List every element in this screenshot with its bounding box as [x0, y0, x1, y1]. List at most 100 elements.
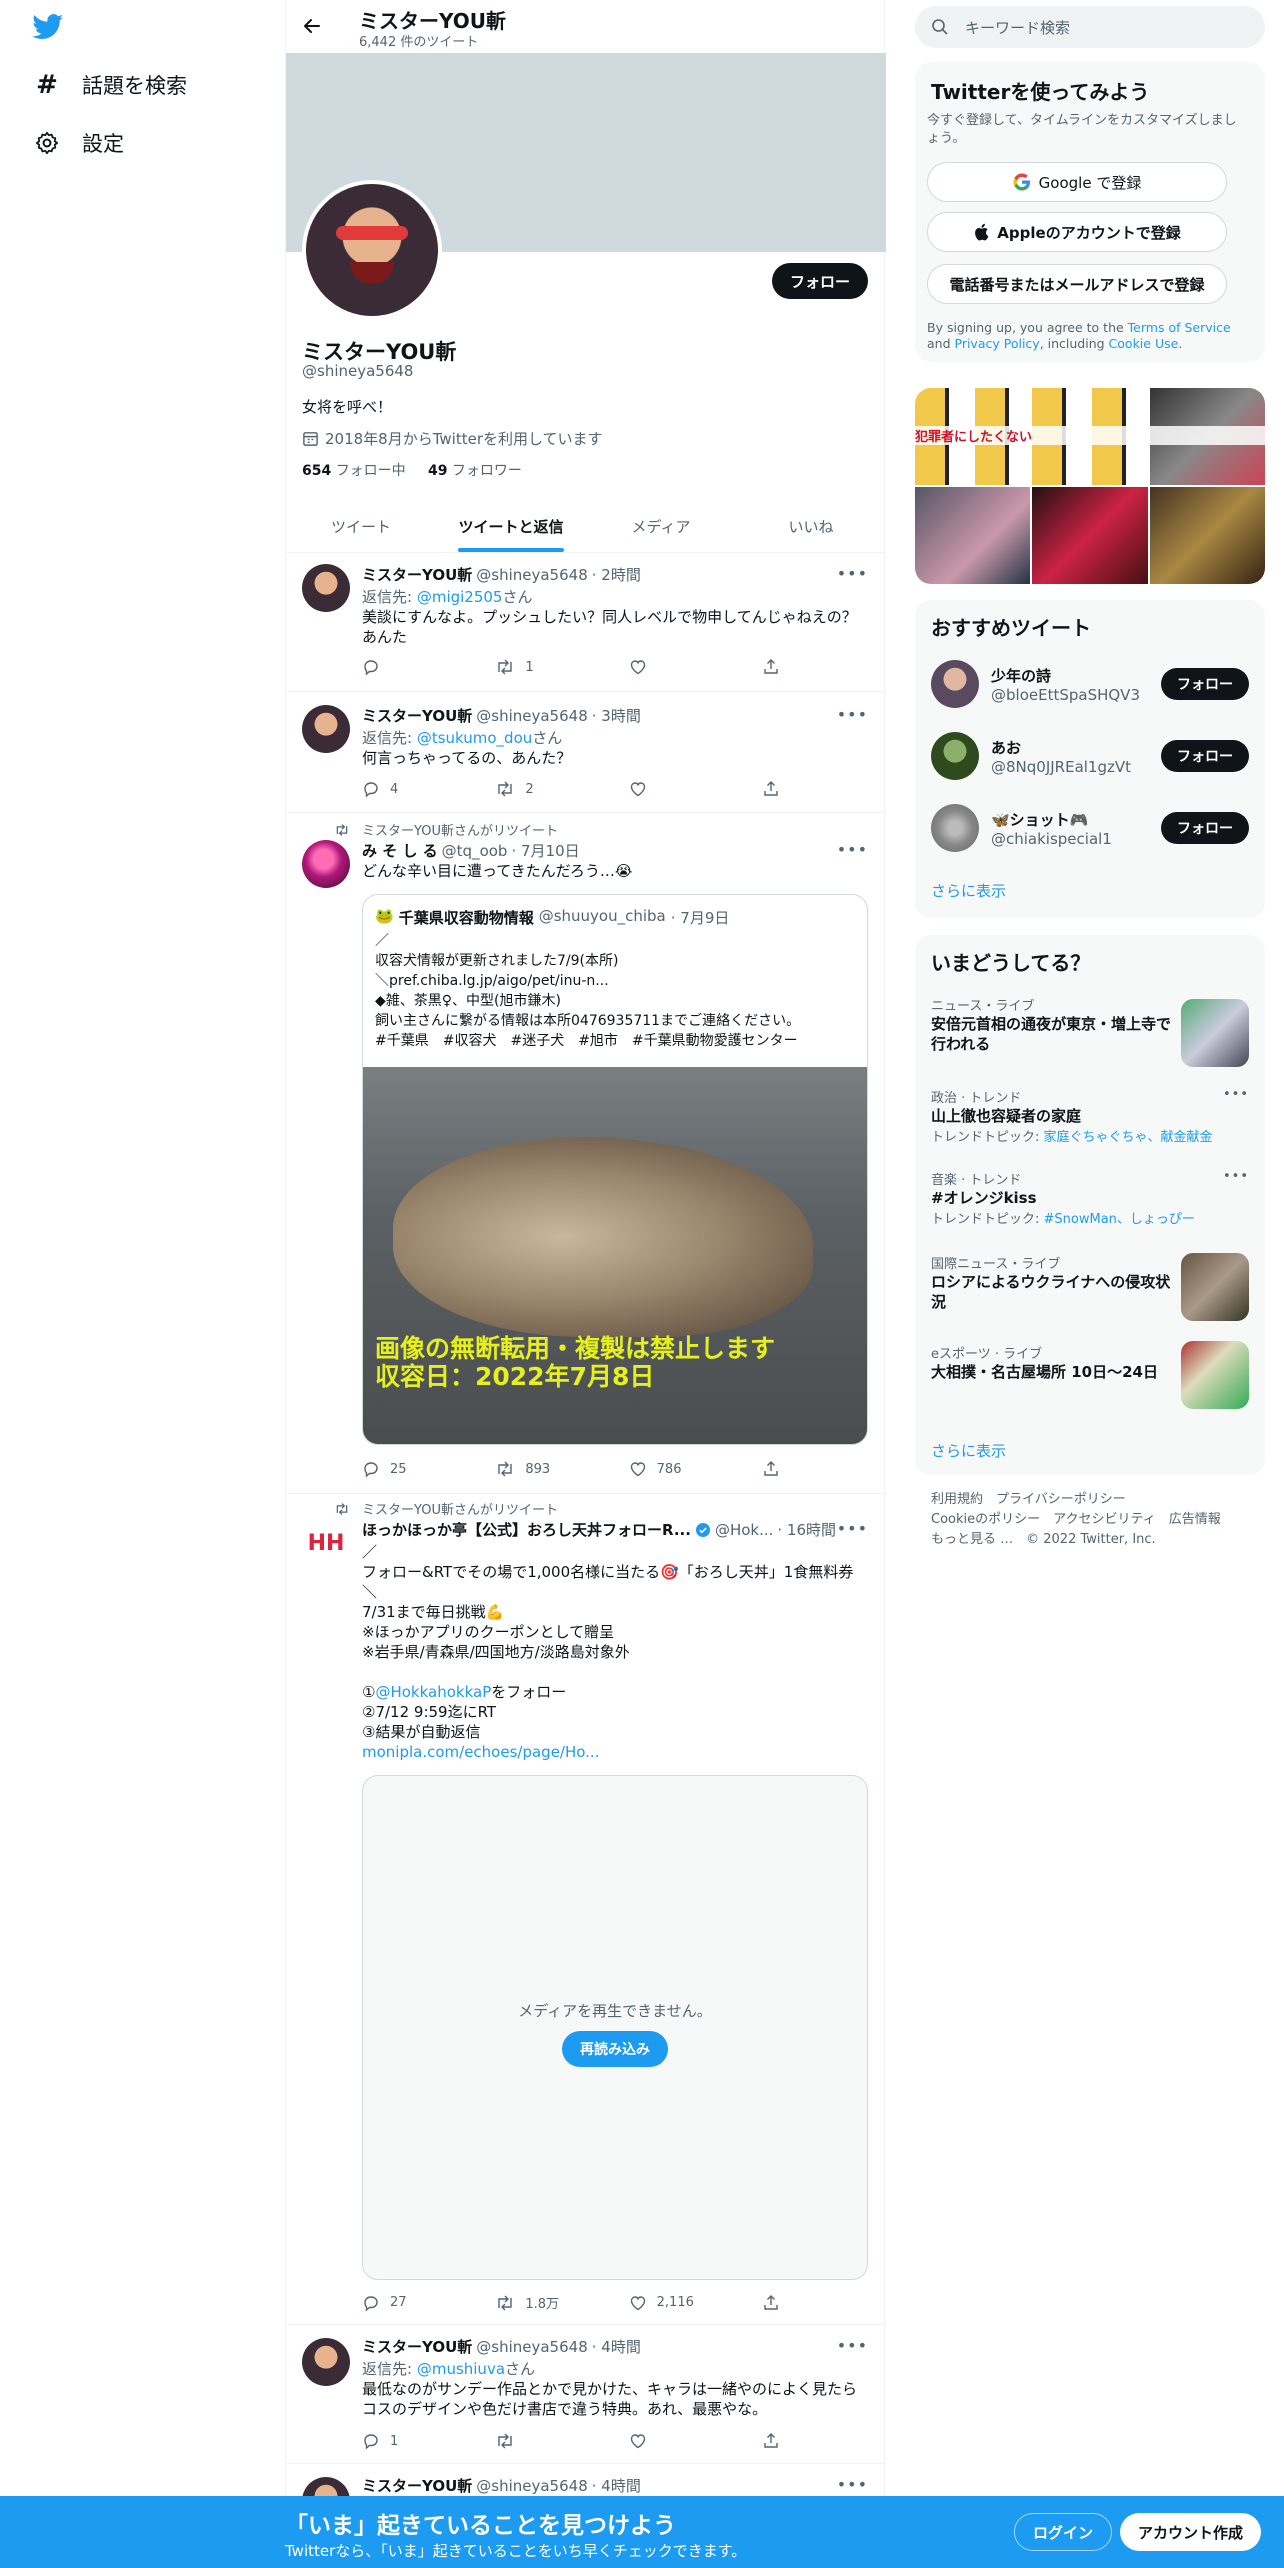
trend-item[interactable]: 音楽 · トレンド #オレンジkiss トレンドトピック: #SnowMan、し… — [931, 1169, 1249, 1233]
reply-mention[interactable]: @migi2505 — [417, 588, 503, 606]
media-thumbnail[interactable] — [1032, 487, 1148, 584]
tweet[interactable]: ミスターYOU斬 @shineya5648 · 4時間 返信先: @mushiu… — [286, 2326, 886, 2464]
tweet-author-name[interactable]: ほっかほっか亭【公式】おろし天丼フォローR... — [362, 1519, 691, 1540]
like-button[interactable]: 2,116 — [629, 2293, 729, 2312]
retweet-button[interactable]: 1.8万 — [495, 2293, 595, 2312]
share-button[interactable] — [762, 2432, 792, 2450]
media-thumbnail[interactable] — [915, 487, 1031, 584]
nav-settings[interactable]: 設定 — [34, 128, 124, 158]
phone-signup-button[interactable]: 電話番号またはメールアドレスで登録 — [927, 264, 1227, 304]
tweet-time[interactable]: · 4時間 — [592, 2475, 641, 2496]
nav-explore[interactable]: # 話題を検索 — [34, 70, 187, 100]
trend-sub-link[interactable]: #SnowMan、しょっぴー — [1044, 1212, 1195, 1227]
tab-tweets[interactable]: ツイート — [286, 500, 436, 552]
tweet-author-name[interactable]: ミスターYOU斬 — [362, 2475, 472, 2496]
tweet-author-name[interactable]: ミスターYOU斬 — [362, 564, 472, 585]
tweet-author-name[interactable]: ミスターYOU斬 — [362, 705, 472, 726]
reply-mention[interactable]: @mushiuva — [417, 2360, 505, 2378]
tweet-avatar[interactable] — [302, 705, 350, 753]
tweet-author-name[interactable]: み そ し る — [362, 840, 438, 861]
media-player[interactable]: メディアを再生できません。 再読み込み — [362, 1775, 868, 2280]
tweet-author-handle[interactable]: @tq_oob — [442, 842, 508, 860]
show-more-link[interactable]: さらに表示 — [931, 1440, 1006, 1461]
media-thumbnail[interactable]: 犯罪者にしたくない — [915, 388, 1265, 485]
show-more-link[interactable]: さらに表示 — [931, 880, 1006, 901]
quoted-tweet[interactable]: 🐸 千葉県収容動物情報 @shuuyou_chiba · 7月9日 ／ 収容犬情… — [362, 894, 868, 1445]
tweet-avatar[interactable] — [302, 840, 350, 888]
terms-link[interactable]: Terms of Service — [1128, 320, 1231, 335]
retweet-label-text[interactable]: ミスターYOU斬さんがリツイート — [362, 1499, 558, 1518]
more-icon[interactable]: ••• — [837, 2475, 868, 2494]
tweet[interactable]: ミスターYOU斬 @shineya5648 · 3時間 返信先: @tsukum… — [286, 693, 886, 813]
more-icon[interactable]: ••• — [1223, 1169, 1249, 1184]
like-button[interactable] — [629, 780, 729, 798]
search-input[interactable]: キーワード検索 — [915, 6, 1265, 48]
follow-suggested-button[interactable]: フォロー — [1161, 668, 1249, 700]
mention-link[interactable]: @HokkahokkaP — [375, 1683, 491, 1701]
reply-mention[interactable]: @tsukumo_dou — [417, 729, 532, 747]
tweet-author-handle[interactable]: @Hok... — [715, 1521, 773, 1539]
following-link[interactable]: 654 フォロー中 — [302, 463, 406, 479]
retweet-label-text[interactable]: ミスターYOU斬さんがリツイート — [362, 820, 558, 839]
twitter-logo-icon[interactable] — [32, 14, 64, 40]
suggested-user[interactable]: 少年の詩 @bloeEttSpaSHQV3 フォロー — [931, 660, 1249, 708]
like-button[interactable] — [629, 2432, 729, 2450]
profile-media-grid[interactable]: 犯罪者にしたくない — [915, 388, 1265, 584]
profile-avatar[interactable] — [302, 180, 442, 320]
footer-line[interactable]: 利用規約 プライバシーポリシー — [931, 1490, 1251, 1510]
tab-likes[interactable]: いいね — [736, 500, 886, 552]
suggested-user-avatar[interactable] — [931, 660, 979, 708]
retweet-button[interactable]: 893 — [495, 1460, 595, 1478]
footer-line[interactable]: Cookieのポリシー アクセシビリティ 広告情報 — [931, 1510, 1251, 1530]
more-icon[interactable]: ••• — [837, 840, 868, 859]
cookie-link[interactable]: Cookie Use — [1109, 336, 1179, 351]
follow-suggested-button[interactable]: フォロー — [1161, 812, 1249, 844]
retweet-button[interactable]: 1 — [495, 658, 595, 676]
tweet[interactable]: ミスターYOU斬さんがリツイート HH ほっかほっか亭【公式】おろし天丼フォロー… — [286, 1495, 886, 2325]
like-button[interactable] — [629, 658, 729, 676]
privacy-link[interactable]: Privacy Policy — [955, 336, 1040, 351]
signup-button[interactable]: アカウント作成 — [1120, 2513, 1262, 2551]
media-thumbnail[interactable] — [1149, 487, 1265, 584]
followers-link[interactable]: 49 フォロワー — [428, 463, 522, 479]
retweet-button[interactable]: 2 — [495, 780, 595, 798]
share-button[interactable] — [762, 780, 792, 798]
tweet-author-handle[interactable]: @shineya5648 — [476, 566, 587, 584]
tweet-time[interactable]: · 16時間 — [777, 1519, 836, 1540]
more-icon[interactable]: ••• — [837, 705, 868, 724]
tweet-avatar[interactable] — [302, 564, 350, 612]
trend-sub-link[interactable]: 家庭ぐちゃぐちゃ、献金献金 — [1044, 1130, 1213, 1145]
reply-button[interactable]: 1 — [362, 2432, 462, 2450]
trend-item[interactable]: 国際ニュース・ライブ ロシアによるウクライナへの侵攻状況 — [931, 1253, 1249, 1325]
share-button[interactable] — [762, 2293, 792, 2312]
trend-item[interactable]: eスポーツ · ライブ 大相撲・名古屋場所 10日〜24日 — [931, 1341, 1249, 1415]
login-button[interactable]: ログイン — [1014, 2513, 1113, 2551]
tweet-author-handle[interactable]: @shineya5648 — [476, 2338, 587, 2356]
suggested-user-avatar[interactable] — [931, 732, 979, 780]
reply-button[interactable]: 27 — [362, 2293, 462, 2312]
tweet-author-handle[interactable]: @shineya5648 — [476, 707, 587, 725]
tweet-time[interactable]: · 7月10日 — [511, 840, 579, 861]
reply-button[interactable]: 4 — [362, 780, 462, 798]
reply-button[interactable] — [362, 658, 462, 676]
reload-button[interactable]: 再読み込み — [562, 2031, 668, 2067]
quote-image[interactable]: 画像の無断転用・複製は禁止します 収容日：2022年7月8日 — [363, 1067, 867, 1444]
reply-button[interactable]: 25 — [362, 1460, 462, 1478]
tweet-avatar[interactable]: HH — [302, 1519, 350, 1567]
suggested-user[interactable]: あお @8Nq0JJREal1gzVt フォロー — [931, 732, 1249, 780]
share-button[interactable] — [762, 1460, 792, 1478]
tab-tweets-replies[interactable]: ツイートと返信 — [436, 500, 586, 552]
more-icon[interactable]: ••• — [837, 564, 868, 583]
like-button[interactable]: 786 — [629, 1460, 729, 1478]
share-button[interactable] — [762, 658, 792, 676]
follow-button[interactable]: フォロー — [771, 263, 868, 299]
suggested-user[interactable]: 🦋ショット🎮 @chiakispecial1 フォロー — [931, 804, 1249, 852]
trend-item[interactable]: 政治 · トレンド 山上徹也容疑者の家庭 トレンドトピック: 家庭ぐちゃぐちゃ、… — [931, 1087, 1249, 1151]
tweet-link[interactable]: monipla.com/echoes/page/Ho... — [362, 1742, 870, 1762]
google-signup-button[interactable]: Google で登録 — [927, 162, 1227, 202]
suggested-user-avatar[interactable] — [931, 804, 979, 852]
tweet-time[interactable]: · 3時間 — [592, 705, 641, 726]
tweet[interactable]: ミスターYOU斬さんがリツイート み そ し る @tq_oob · 7月10日… — [286, 814, 886, 1494]
follow-suggested-button[interactable]: フォロー — [1161, 740, 1249, 772]
tweet-time[interactable]: · 4時間 — [592, 2336, 641, 2357]
